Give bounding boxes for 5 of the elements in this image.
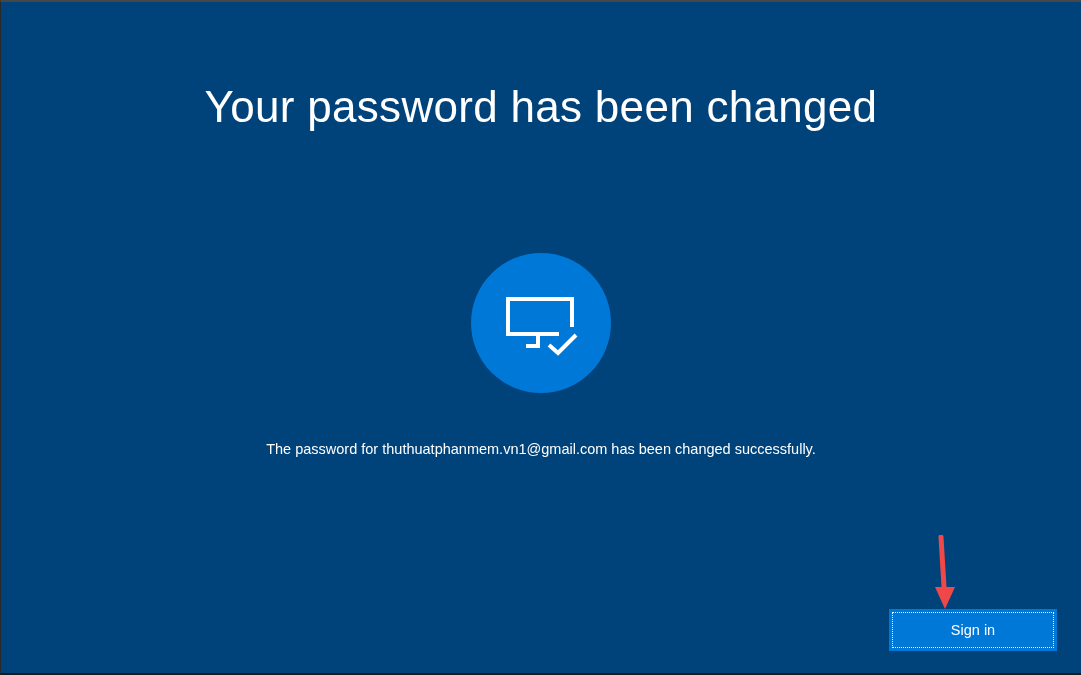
monitor-check-icon bbox=[471, 253, 611, 393]
down-arrow-icon bbox=[934, 535, 956, 609]
page-title: Your password has been changed bbox=[204, 81, 878, 133]
success-message: The password for thuthuatphanmem.vn1@gmail.com has been changed successfully. bbox=[266, 440, 816, 459]
sign-in-button[interactable]: Sign in bbox=[889, 609, 1057, 651]
